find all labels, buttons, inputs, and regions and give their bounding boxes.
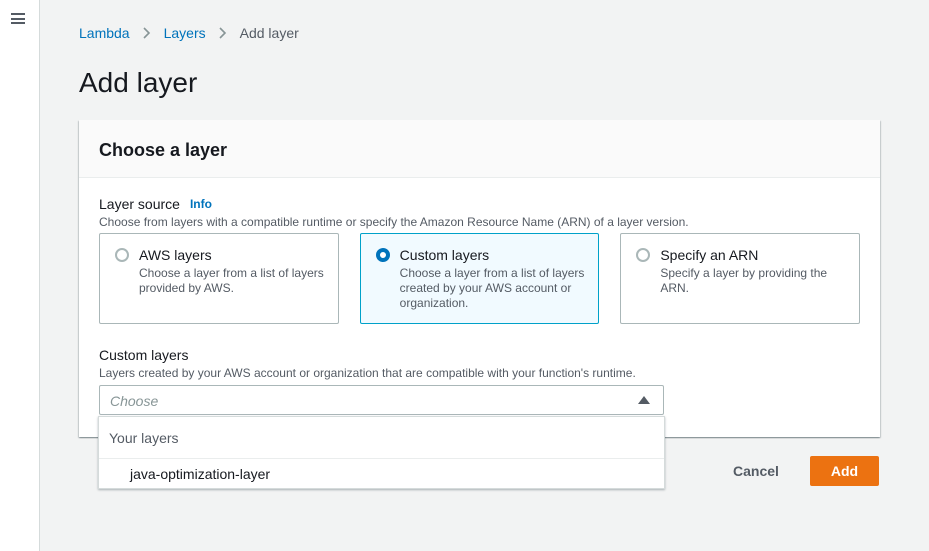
layer-source-label-text: Layer source — [99, 196, 180, 212]
custom-layers-select[interactable]: Choose — [99, 385, 664, 415]
tile-description: Specify a layer by providing the ARN. — [660, 266, 828, 295]
layer-source-description: Choose from layers with a compatible run… — [99, 215, 689, 229]
breadcrumb-current: Add layer — [239, 25, 299, 41]
chevron-right-icon — [212, 25, 234, 41]
tile-title: Custom layers — [399, 247, 490, 263]
caret-up-icon — [638, 396, 650, 404]
page-title: Add layer — [79, 67, 198, 98]
chevron-right-icon — [136, 25, 158, 41]
radio-specify-arn[interactable] — [636, 248, 651, 262]
custom-layers-dropdown: Your layers java-optimization-layer — [98, 416, 665, 489]
tile-description: Choose a layer from a list of layers pro… — [139, 266, 324, 295]
breadcrumb: Lambda Layers Add layer — [79, 25, 299, 41]
tile-aws-layers[interactable]: AWS layers Choose a layer from a list of… — [99, 233, 339, 324]
layer-source-label: Layer source Info — [99, 196, 860, 212]
cancel-button[interactable]: Cancel — [725, 456, 787, 486]
side-navigation — [0, 0, 40, 551]
layer-source-tiles: AWS layers Choose a layer from a list of… — [99, 233, 861, 324]
custom-layers-description: Layers created by your AWS account or or… — [99, 366, 636, 380]
custom-layers-label: Custom layers — [99, 347, 189, 363]
tile-title: AWS layers — [139, 247, 212, 263]
menu-icon[interactable] — [11, 13, 25, 24]
custom-layers-field: Custom layers Layers created by your AWS… — [99, 347, 860, 415]
radio-custom-layers[interactable] — [375, 248, 390, 262]
select-placeholder: Choose — [110, 393, 159, 409]
tile-custom-layers[interactable]: Custom layers Choose a layer from a list… — [359, 233, 600, 324]
add-button[interactable]: Add — [810, 456, 879, 486]
tile-title: Specify an ARN — [660, 247, 759, 263]
info-link[interactable]: Info — [190, 197, 212, 211]
dropdown-option-java-optimization-layer[interactable]: java-optimization-layer — [99, 459, 664, 482]
choose-layer-panel: Choose a layer Layer source Info Choose … — [79, 120, 880, 437]
breadcrumb-lambda[interactable]: Lambda — [79, 25, 130, 41]
tile-specify-arn[interactable]: Specify an ARN Specify a layer by provid… — [620, 233, 861, 324]
radio-aws-layers[interactable] — [115, 248, 129, 262]
breadcrumb-layers[interactable]: Layers — [164, 25, 206, 41]
dropdown-group-label: Your layers — [99, 417, 664, 459]
panel-title: Choose a layer — [79, 120, 880, 178]
tile-description: Choose a layer from a list of layers cre… — [399, 266, 585, 310]
